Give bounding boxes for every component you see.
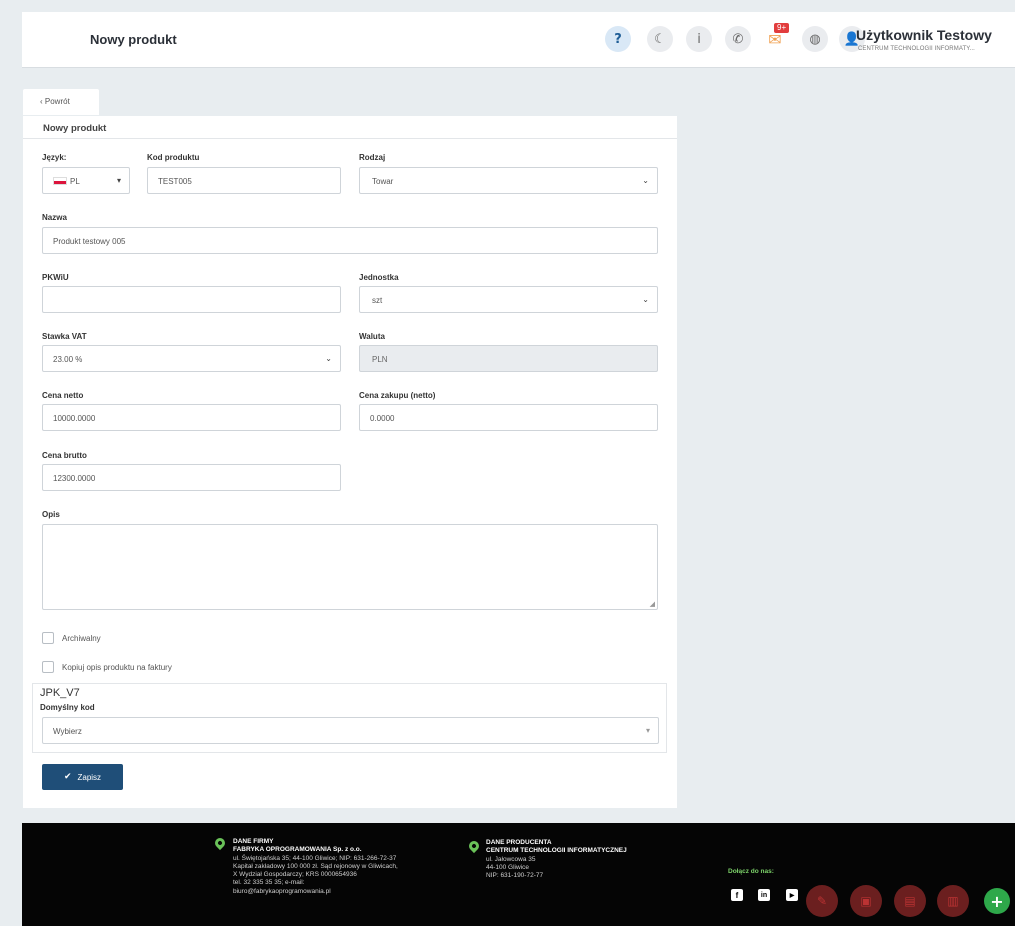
code-input[interactable]: TEST005 <box>147 167 341 194</box>
unit-value: szt <box>372 296 383 305</box>
unit-label: Jednostka <box>359 273 399 282</box>
producer-heading: DANE PRODUCENTA <box>486 839 552 846</box>
jpk-section: JPK_V7 Domyślny kod Wybierz ▾ <box>32 683 667 753</box>
type-value: Towar <box>372 177 394 186</box>
company-info: DANE FIRMY FABRYKA OPROGRAMOWANIA Sp. z … <box>233 838 398 896</box>
company-heading: DANE FIRMY <box>233 838 274 845</box>
unit-select[interactable]: szt ⌄ <box>359 286 658 313</box>
edit-fab-icon[interactable]: ✎ <box>806 885 838 917</box>
type-label: Rodzaj <box>359 153 386 162</box>
gross-price-label: Cena brutto <box>42 451 87 460</box>
help-icon[interactable]: ? <box>605 26 631 52</box>
producer-name: CENTRUM TECHNOLOGII INFORMATYCZNEJ <box>486 847 627 855</box>
producer-line: ul. Jałowcowa 35 <box>486 855 536 863</box>
net-price-label: Cena netto <box>42 391 84 400</box>
location-pin-icon <box>212 835 228 851</box>
name-label: Nazwa <box>42 213 67 222</box>
language-select[interactable]: PL ▾ <box>42 167 130 194</box>
company-email-link[interactable]: biuro@fabrykaoprogramowania.pl <box>233 888 331 895</box>
chevron-down-icon: ⌄ <box>325 354 332 363</box>
company-line: tel. 32 335 35 35; e-mail: <box>233 879 305 887</box>
page-title: Nowy produkt <box>90 32 177 47</box>
footer: DANE FIRMY FABRYKA OPROGRAMOWANIA Sp. z … <box>22 823 1015 926</box>
copy-description-label: Kopiuj opis produktu na faktury <box>62 663 172 672</box>
description-textarea[interactable]: ◢ <box>42 524 658 610</box>
pkwiu-input[interactable] <box>42 286 341 313</box>
document-fab-icon[interactable]: ▣ <box>850 885 882 917</box>
currency-label: Waluta <box>359 332 385 341</box>
chevron-down-icon: ⌄ <box>642 295 649 304</box>
pkwiu-label: PKWiU <box>42 273 69 282</box>
youtube-icon[interactable]: ▶ <box>786 889 798 901</box>
currency-field: PLN <box>359 345 658 372</box>
check-icon: ✔ <box>63 772 72 782</box>
linkedin-icon[interactable]: in <box>758 889 770 901</box>
back-link[interactable]: ‹ Powrót <box>23 89 99 115</box>
purchase-price-label: Cena zakupu (netto) <box>359 391 436 400</box>
gross-price-input[interactable]: 12300.0000 <box>42 464 341 491</box>
name-input[interactable]: Produkt testowy 005 <box>42 227 658 254</box>
default-code-value: Wybierz <box>53 727 82 736</box>
invoice-fab-icon[interactable]: ▤ <box>894 885 926 917</box>
copy-description-checkbox[interactable] <box>42 661 54 673</box>
mail-badge: 9+ <box>774 23 790 33</box>
user-company: CENTRUM TECHNOLOGII INFORMATY... <box>858 46 975 52</box>
poland-flag-icon <box>53 177 67 185</box>
chevron-down-icon: ▾ <box>645 726 650 735</box>
resize-handle-icon[interactable]: ◢ <box>650 600 655 608</box>
language-label: Język: <box>42 153 67 162</box>
vat-select[interactable]: 23.00 % ⌄ <box>42 345 341 372</box>
producer-line: NIP: 631-190-72-77 <box>486 872 544 880</box>
producer-line: 44-100 Gliwice <box>486 863 529 871</box>
default-code-label: Domyślny kod <box>40 703 95 712</box>
default-code-select[interactable]: Wybierz ▾ <box>42 717 659 744</box>
description-label: Opis <box>42 510 60 519</box>
product-form-card: Nowy produkt Język: PL ▾ Kod produktu TE… <box>23 116 677 808</box>
chevron-down-icon: ▾ <box>116 176 121 185</box>
report-fab-icon[interactable]: ▥ <box>937 885 969 917</box>
mail-icon[interactable]: ✉ 9+ <box>762 23 790 52</box>
location-pin-icon <box>466 838 482 854</box>
purchase-price-input[interactable]: 0.0000 <box>359 404 658 431</box>
add-fab-icon[interactable]: + <box>984 888 1010 914</box>
moon-icon[interactable]: ☾ <box>647 26 673 52</box>
user-name[interactable]: Użytkownik Testowy <box>856 27 992 43</box>
company-line: ul. Świętojańska 35; 44-100 Gliwice; NIP… <box>233 854 397 862</box>
join-us-label: Dołącz do nas: <box>728 868 774 875</box>
save-label: Zapisz <box>77 772 102 782</box>
code-label: Kod produktu <box>147 153 200 162</box>
card-title: Nowy produkt <box>43 123 107 134</box>
phone-icon[interactable]: ✆ <box>725 26 751 52</box>
jpk-title: JPK_V7 <box>40 687 80 699</box>
globe-icon[interactable]: ◍ <box>802 26 828 52</box>
info-icon[interactable]: i <box>686 26 712 52</box>
language-value: PL <box>70 177 80 186</box>
card-header: Nowy produkt <box>23 116 677 139</box>
archived-label: Archiwalny <box>62 634 101 643</box>
company-line: Kapitał zakładowy 100 000 zł. Sąd rejono… <box>233 862 398 870</box>
net-price-input[interactable]: 10000.0000 <box>42 404 341 431</box>
type-select[interactable]: Towar ⌄ <box>359 167 658 194</box>
vat-value: 23.00 % <box>53 355 83 364</box>
vat-label: Stawka VAT <box>42 332 87 341</box>
chevron-down-icon: ⌄ <box>642 176 649 185</box>
top-header: Nowy produkt ? ☾ i ✆ ✉ 9+ ◍ 👤 Użytkownik… <box>22 12 1015 68</box>
facebook-icon[interactable]: f <box>731 889 743 901</box>
company-name: FABRYKA OPROGRAMOWANIA Sp. z o.o. <box>233 846 362 854</box>
company-line: X Wydział Gospodarczy; KRS 0000654936 <box>233 871 357 879</box>
producer-info: DANE PRODUCENTA CENTRUM TECHNOLOGII INFO… <box>486 839 627 880</box>
archived-checkbox[interactable] <box>42 632 54 644</box>
save-button[interactable]: ✔ Zapisz <box>42 764 123 790</box>
